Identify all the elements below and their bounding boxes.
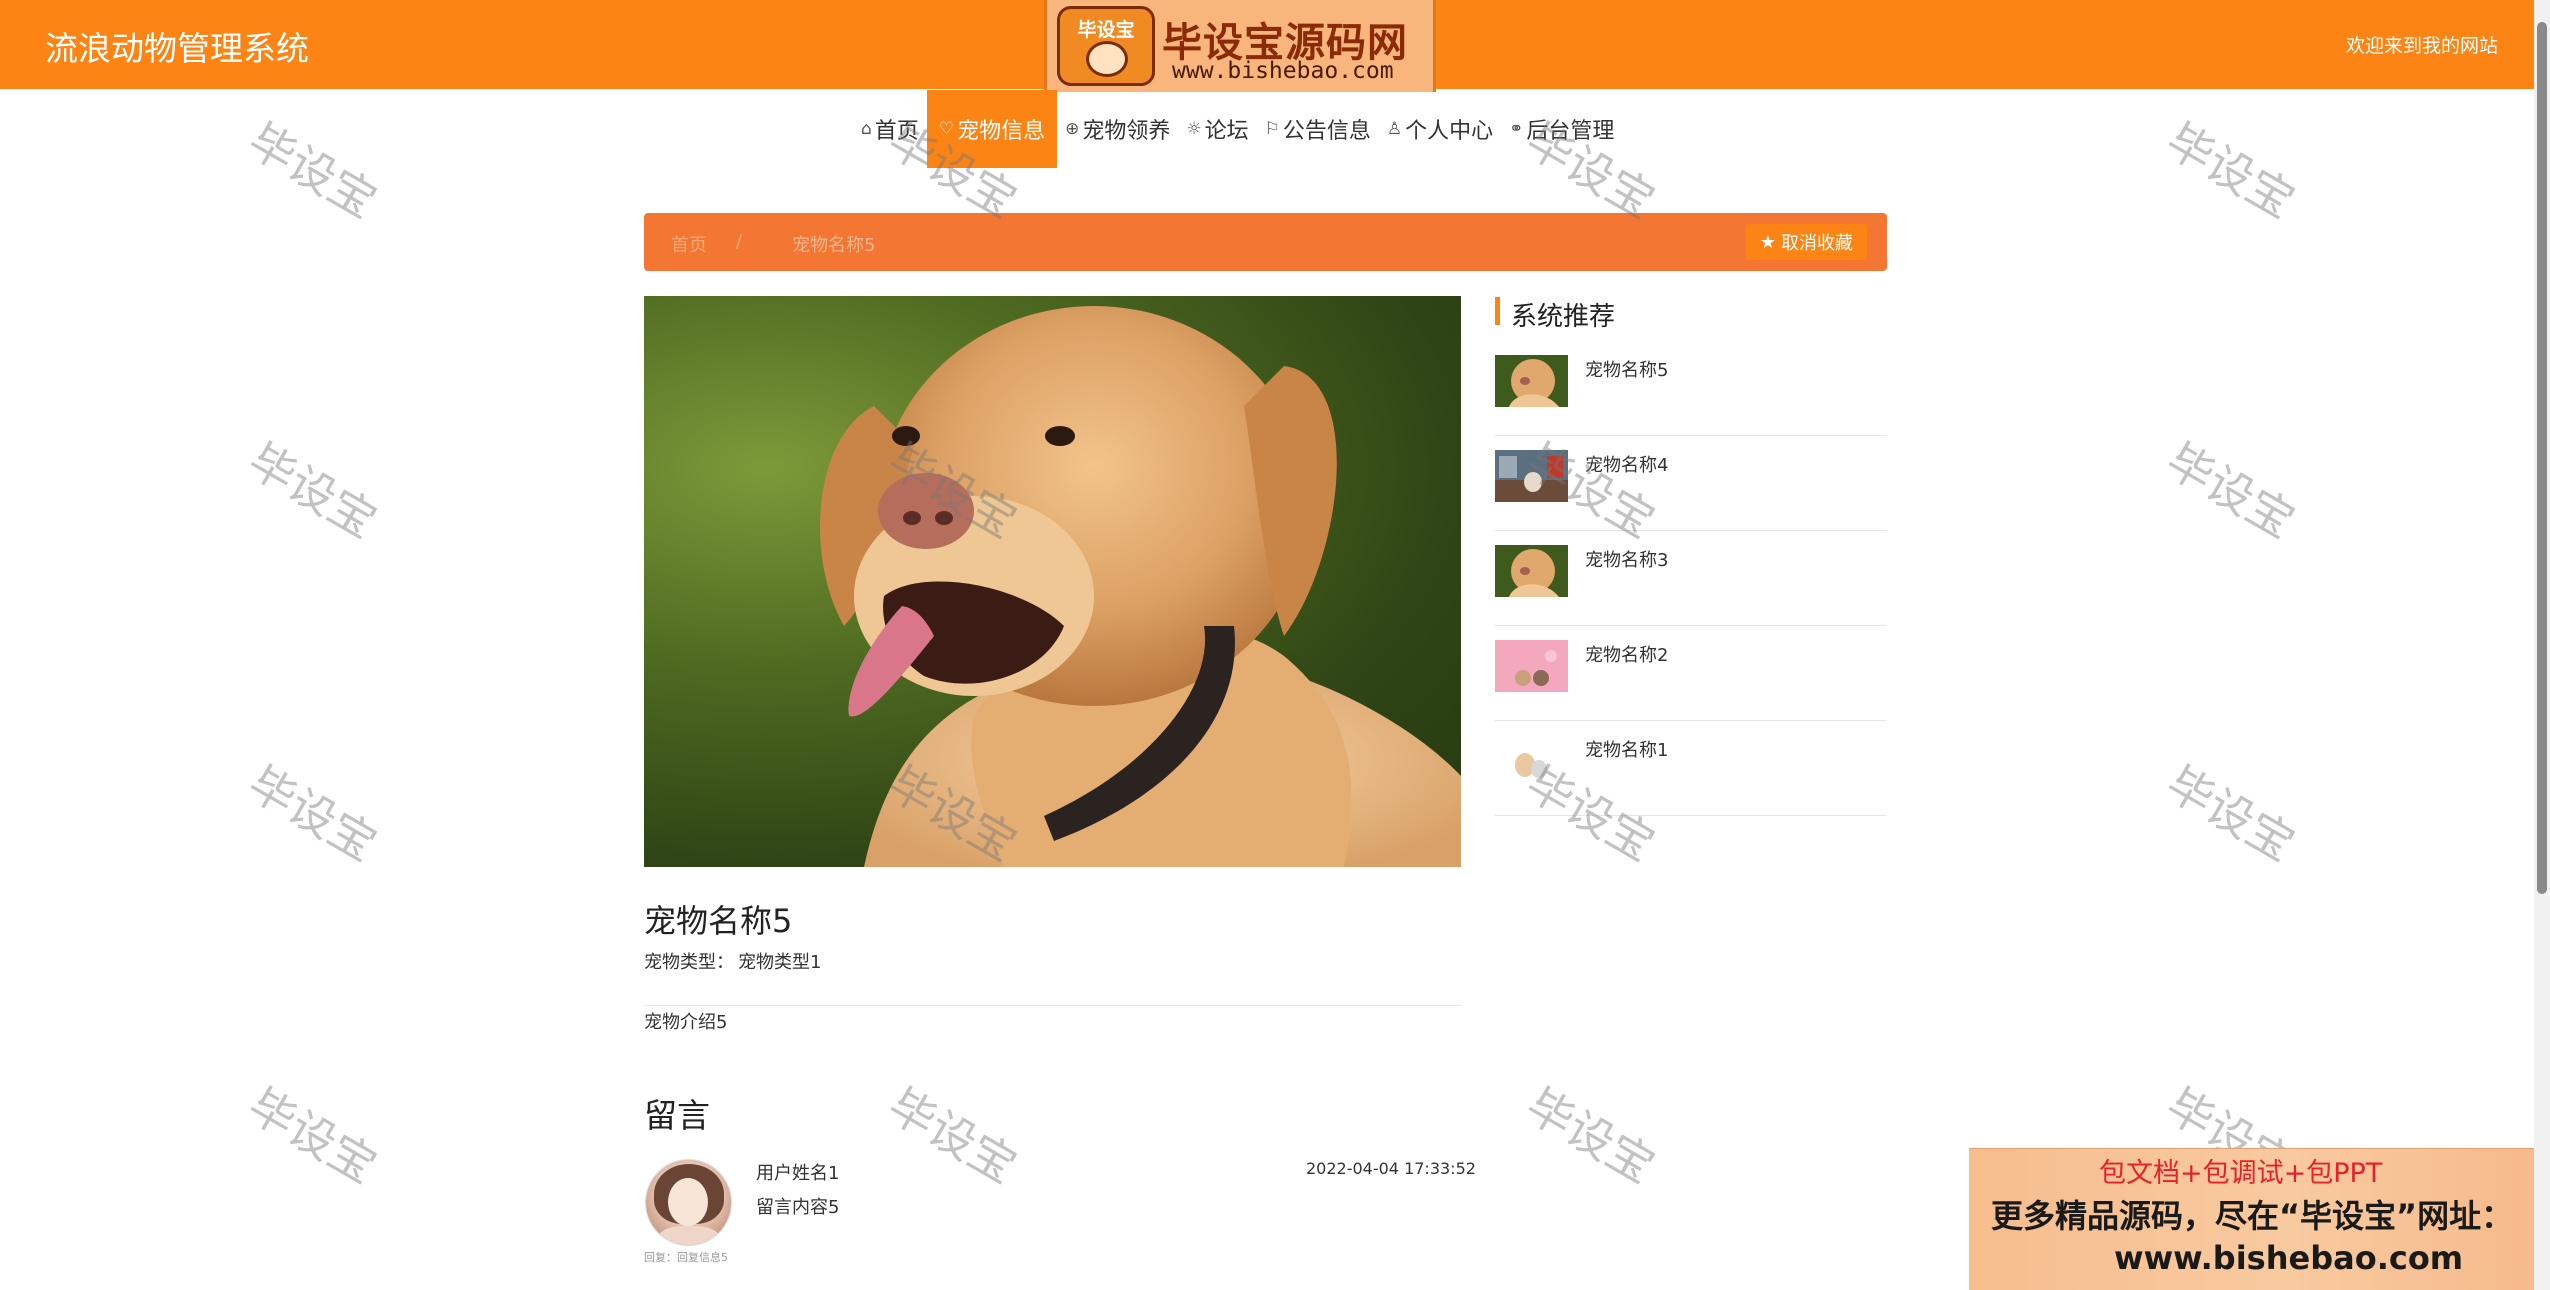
ad-line-3: www.bishebao.com: [2114, 1239, 2464, 1277]
unfavorite-button[interactable]: ★ 取消收藏: [1745, 224, 1867, 260]
avatar-body: [658, 1226, 720, 1245]
avatar-face: [668, 1178, 708, 1226]
recommend-item[interactable]: 宠物名称1: [1495, 721, 1887, 816]
pet-icon: ♡: [938, 119, 955, 139]
pet-intro: 宠物介绍5: [644, 1012, 728, 1033]
main-nav: ⌂ 首页 ♡ 宠物信息 ⊕ 宠物领养 ☼ 论坛 ⚐ 公告信息 ♙ 个人中心 ⚭ …: [853, 90, 1622, 168]
message-time: 2022-04-04 17:33:52: [1306, 1159, 1476, 1178]
nav-item-label: 个人中心: [1405, 119, 1494, 144]
logo-url: www.bishebao.com: [1172, 58, 1394, 84]
recommend-item[interactable]: 宠物名称5: [1495, 341, 1887, 436]
breadcrumb-separator: /: [736, 231, 743, 252]
watermark: 毕设宝: [2157, 432, 2304, 549]
watermark: 毕设宝: [239, 1077, 386, 1194]
pet-main-photo: [644, 296, 1461, 867]
nav-item-label: 后台管理: [1526, 119, 1615, 144]
recommend-item-label[interactable]: 宠物名称2: [1585, 641, 1668, 667]
nav-item-label: 论坛: [1204, 119, 1249, 144]
nav-item-label: 公告信息: [1282, 119, 1371, 144]
gear-icon: ☼: [1186, 119, 1202, 139]
recommend-item[interactable]: 宠物名称2: [1495, 626, 1887, 721]
watermark: 毕设宝: [2157, 755, 2304, 872]
message-heading: 留言: [644, 1096, 710, 1135]
watermark: 毕设宝: [1517, 1077, 1664, 1194]
divider: [644, 1005, 1461, 1006]
logo-face-icon: [1086, 41, 1128, 77]
recommend-item-label[interactable]: 宠物名称4: [1585, 451, 1668, 477]
pet-type-value: 宠物类型1: [738, 952, 822, 973]
watermark: 毕设宝: [2157, 112, 2304, 229]
nav-item-admin[interactable]: ⚭ 后台管理: [1501, 90, 1622, 168]
link-icon: ⚭: [1509, 119, 1524, 139]
star-icon: ★: [1759, 231, 1776, 253]
recommend-item[interactable]: 宠物名称3: [1495, 531, 1887, 626]
nav-item-notices[interactable]: ⚐ 公告信息: [1257, 90, 1379, 168]
ad-line-2: 更多精品源码，尽在“毕设宝”网址：: [1991, 1197, 2514, 1235]
logo-badge-icon: 毕设宝: [1057, 6, 1155, 86]
unfavorite-button-label: 取消收藏: [1781, 233, 1853, 254]
pink-pets-thumbnail[interactable]: [1495, 640, 1568, 692]
nav-item-pet-info[interactable]: ♡ 宠物信息: [926, 90, 1058, 168]
dog-thumbnail[interactable]: [1495, 545, 1568, 597]
site-logo[interactable]: 毕设宝 毕设宝源码网 www.bishebao.com: [1044, 0, 1436, 92]
recommend-item-label[interactable]: 宠物名称1: [1585, 736, 1668, 762]
welcome-text: 欢迎来到我的网站: [2345, 35, 2498, 57]
breadcrumb-current: 宠物名称5: [792, 235, 876, 256]
user-icon: ♙: [1386, 119, 1403, 139]
cat-dog-thumbnail[interactable]: [1495, 450, 1568, 502]
watermark: 毕设宝: [239, 112, 386, 229]
pet-type-label: 宠物类型：: [644, 952, 734, 973]
recommend-item-label[interactable]: 宠物名称3: [1585, 546, 1668, 572]
site-title[interactable]: 流浪动物管理系统: [45, 22, 309, 70]
nav-item-label: 宠物信息: [957, 119, 1046, 144]
message-user: 用户姓名1: [756, 1163, 840, 1184]
watermark: 毕设宝: [879, 1077, 1026, 1194]
flag-icon: ⚐: [1264, 119, 1280, 139]
nav-item-label: 首页: [874, 119, 919, 144]
breadcrumb-home-link[interactable]: 首页: [671, 231, 707, 257]
nav-item-home[interactable]: ⌂ 首页: [853, 90, 927, 168]
message-content: 留言内容5: [756, 1197, 840, 1218]
message-reply: 回复：回复信息5: [644, 1251, 728, 1264]
home-icon: ⌂: [861, 119, 872, 139]
recommend-item[interactable]: 宠物名称4: [1495, 436, 1887, 531]
nav-item-adoption[interactable]: ⊕ 宠物领养: [1057, 90, 1178, 168]
scrollbar[interactable]: [2534, 0, 2550, 1290]
logo-badge-text: 毕设宝: [1077, 19, 1135, 41]
avatar: [645, 1159, 732, 1246]
watermark: 毕设宝: [239, 755, 386, 872]
breadcrumb: 首页 / 宠物名称5 ★ 取消收藏: [644, 213, 1887, 271]
scrollbar-thumb[interactable]: [2537, 22, 2547, 894]
dog-photo-illustration: [820, 306, 1461, 867]
nav-item-forum[interactable]: ☼ 论坛: [1178, 90, 1256, 168]
pet-title: 宠物名称5: [644, 902, 793, 940]
ad-line-1: 包文档+包调试+包PPT: [2099, 1158, 2383, 1189]
nav-item-profile[interactable]: ♙ 个人中心: [1379, 90, 1501, 168]
watermark: 毕设宝: [239, 432, 386, 549]
white-pets-thumbnail[interactable]: [1495, 735, 1568, 787]
nav-item-label: 宠物领养: [1082, 119, 1171, 144]
dog-thumbnail[interactable]: [1495, 355, 1568, 407]
ad-banner[interactable]: 包文档+包调试+包PPT 更多精品源码，尽在“毕设宝”网址： www.bishe…: [1969, 1148, 2550, 1290]
recommend-item-label[interactable]: 宠物名称5: [1585, 356, 1668, 382]
sidebar-heading-accent: [1495, 297, 1500, 325]
sidebar-heading: 系统推荐: [1511, 302, 1616, 332]
page: 流浪动物管理系统 欢迎来到我的网站 毕设宝 毕设宝源码网 www.bisheba…: [0, 0, 2550, 1290]
globe-icon: ⊕: [1065, 119, 1080, 139]
